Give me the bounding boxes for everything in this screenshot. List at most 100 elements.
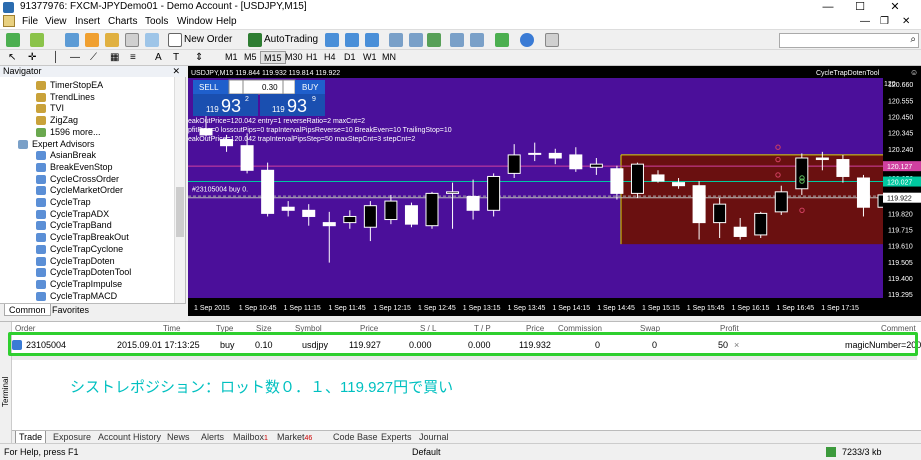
maximize-button[interactable]: ☐ <box>845 0 875 14</box>
lot-up-button[interactable] <box>282 79 296 95</box>
navigator-scrollbar[interactable] <box>174 77 185 303</box>
navigator-scroll-thumb[interactable] <box>176 187 184 237</box>
buy-button-label: BUY <box>302 83 319 92</box>
mdi-minimize-button[interactable]: — <box>860 16 870 27</box>
fibonacci-icon[interactable]: ≡ <box>130 52 136 63</box>
candle-body <box>548 152 562 159</box>
navigator-header: Navigator ✕ <box>0 66 186 77</box>
profiles-icon[interactable] <box>30 33 44 47</box>
bar-chart-icon[interactable] <box>325 33 339 47</box>
chart-window[interactable]: 120.660120.555120.450120.345120.240120.1… <box>188 66 921 316</box>
candle-body <box>795 157 809 190</box>
tab-label: Mailbox <box>233 432 265 442</box>
periods-icon[interactable] <box>520 33 534 47</box>
menu-tools[interactable]: Tools <box>145 16 168 27</box>
zoom-in-icon[interactable] <box>389 33 403 47</box>
time-axis-label: 1 Sep 17:15 <box>821 305 859 312</box>
new-order-icon[interactable] <box>168 33 182 47</box>
data-window-icon[interactable] <box>85 33 99 47</box>
navigator-title: Navigator <box>3 66 42 76</box>
text-icon[interactable]: A <box>155 52 162 63</box>
tf-m30[interactable]: M30 <box>282 51 306 64</box>
close-button[interactable]: ✕ <box>880 0 910 14</box>
mdi-restore-button[interactable]: ❐ <box>880 16 889 27</box>
new-order-button[interactable]: New Order <box>184 34 232 45</box>
tile-windows-icon[interactable] <box>427 33 441 47</box>
expert-icon <box>36 279 46 289</box>
tf-mn[interactable]: MN <box>379 51 399 64</box>
tree-item-label: AsianBreak <box>50 150 97 161</box>
candle-body <box>754 212 768 236</box>
candle-body <box>446 191 460 194</box>
expert-icon <box>36 291 46 301</box>
tab-count-badge: 46 <box>304 435 313 442</box>
autotrading-icon[interactable] <box>248 33 262 47</box>
menu-insert[interactable]: Insert <box>75 16 100 27</box>
new-chart-icon[interactable] <box>6 33 20 47</box>
menu-file[interactable]: File <box>22 16 38 27</box>
search-icon[interactable]: ⌕ <box>910 34 916 45</box>
trendline-icon[interactable]: ⟋ <box>90 52 97 63</box>
candle-body <box>343 215 357 224</box>
expert-icon <box>36 268 46 278</box>
indicators-icon[interactable] <box>495 33 509 47</box>
chart-shift-icon[interactable] <box>470 33 484 47</box>
document-icon[interactable] <box>3 15 15 27</box>
text-label-icon[interactable]: T <box>173 52 179 63</box>
expert-icon <box>36 244 46 254</box>
lot-down-button[interactable] <box>228 79 244 95</box>
tab-common[interactable]: Common <box>4 304 51 316</box>
candlestick-icon[interactable] <box>345 33 359 47</box>
navigator-tabs: Common Favorites <box>0 303 186 316</box>
auto-scroll-icon[interactable] <box>450 33 464 47</box>
menu-charts[interactable]: Charts <box>108 16 137 27</box>
price-chart[interactable]: 120.660120.555120.450120.345120.240120.1… <box>188 66 921 316</box>
sell-button-label: SELL <box>199 83 219 92</box>
line-chart-icon[interactable] <box>365 33 379 47</box>
navigator-close-icon[interactable]: ✕ <box>172 66 180 77</box>
menu-view[interactable]: View <box>45 16 67 27</box>
tab-label: Market <box>277 432 305 442</box>
mdi-close-button[interactable]: ✕ <box>902 16 910 27</box>
minimize-button[interactable]: — <box>813 0 843 14</box>
tree-item-label: 1596 more... <box>50 126 101 137</box>
arrows-icon[interactable]: ⇕ <box>195 52 203 63</box>
bid-prefix: 119 <box>206 105 219 114</box>
templates-icon[interactable] <box>545 33 559 47</box>
menu-window[interactable]: Window <box>177 16 213 27</box>
balance-row <box>12 356 917 360</box>
tf-m1[interactable]: M1 <box>222 51 241 64</box>
menu-help[interactable]: Help <box>216 16 237 27</box>
horizontal-line-icon[interactable]: — <box>70 52 80 63</box>
candle-body <box>692 185 706 224</box>
indicator-icon <box>36 81 46 90</box>
tab-favorites[interactable]: Favorites <box>48 304 93 316</box>
tab-label: Experts <box>381 432 412 442</box>
vertical-line-icon[interactable]: │ <box>53 52 59 63</box>
candle-body <box>836 159 850 177</box>
cursor-icon[interactable]: ↖ <box>8 52 16 63</box>
tree-item-label: BreakEvenStop <box>50 161 113 172</box>
crosshair-icon[interactable]: ✛ <box>28 52 36 63</box>
tf-h4[interactable]: H4 <box>321 51 339 64</box>
time-axis-label: 1 Sep 13:45 <box>508 305 546 312</box>
tf-d1[interactable]: D1 <box>341 51 359 64</box>
navigator-icon[interactable] <box>105 33 119 47</box>
ea-name-label: CycleTrapDotenTool <box>816 70 880 77</box>
time-axis-label: 1 Sep 16:45 <box>776 305 814 312</box>
channel-icon[interactable]: ▦ <box>110 52 119 63</box>
autotrading-button[interactable]: AutoTrading <box>264 34 318 45</box>
time-axis-label: 1 Sep 2015 <box>194 305 230 312</box>
tf-m5[interactable]: M5 <box>241 51 260 64</box>
terminal-icon[interactable] <box>125 33 139 47</box>
market-watch-icon[interactable] <box>65 33 79 47</box>
strategy-tester-icon[interactable] <box>145 33 159 47</box>
zoom-out-icon[interactable] <box>409 33 423 47</box>
tf-h1[interactable]: H1 <box>303 51 321 64</box>
status-profile: Default <box>412 447 441 457</box>
tree-item-label: CycleCrossOrder <box>50 173 120 184</box>
navigator-panel: Navigator ✕ TimerStopEA TrendLines TVI ZigZ… <box>0 66 186 316</box>
tf-w1[interactable]: W1 <box>360 51 380 64</box>
candle-body <box>610 168 624 194</box>
search-input[interactable]: ⌕ <box>779 33 919 48</box>
